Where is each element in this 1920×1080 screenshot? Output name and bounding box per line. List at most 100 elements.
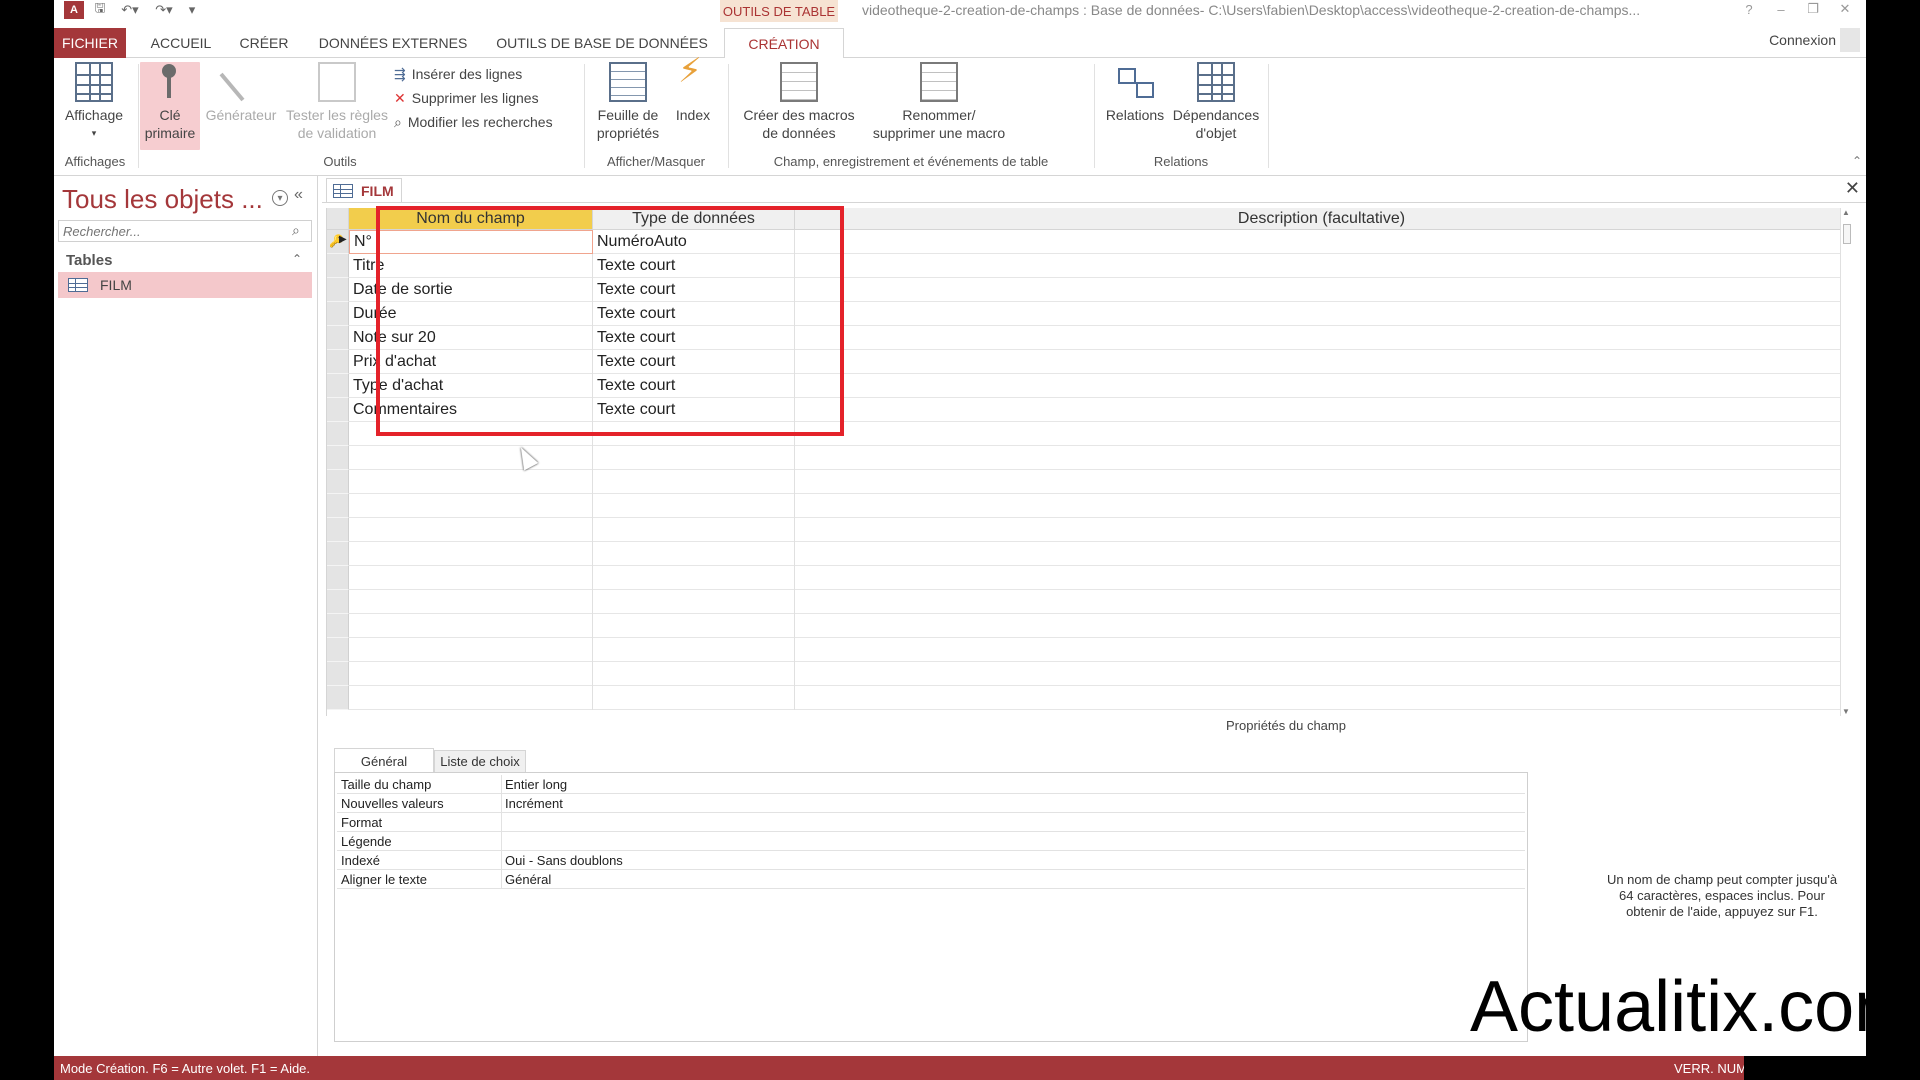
field-name-cell[interactable]: Date de sortie — [349, 278, 593, 302]
tab-create[interactable]: CRÉER — [228, 28, 300, 58]
description-cell[interactable] — [795, 422, 1849, 446]
empty-table-row[interactable] — [327, 686, 1849, 710]
property-row[interactable]: Aligner le texte Général — [337, 870, 1525, 889]
close-document-icon[interactable]: ✕ — [1845, 178, 1860, 199]
table-row[interactable]: Titre Texte court — [327, 254, 1849, 278]
row-selector[interactable] — [327, 350, 349, 374]
description-cell[interactable] — [795, 566, 1849, 590]
description-cell[interactable] — [795, 374, 1849, 398]
row-selector[interactable] — [327, 302, 349, 326]
redo-icon[interactable]: ↷▾ — [150, 1, 178, 19]
insert-rows-button[interactable]: ⇶ Insérer des lignes — [394, 63, 522, 85]
modify-lookups-button[interactable]: ⌕ Modifier les recherches — [394, 111, 553, 133]
row-selector[interactable] — [327, 542, 349, 566]
row-selector[interactable] — [327, 398, 349, 422]
tab-general[interactable]: Général — [334, 748, 434, 774]
description-cell[interactable] — [795, 254, 1849, 278]
property-row[interactable]: Taille du champ Entier long — [337, 775, 1525, 794]
data-type-cell[interactable] — [593, 614, 795, 638]
row-selector[interactable] — [327, 518, 349, 542]
vertical-scrollbar[interactable]: ▲ ▼ — [1840, 208, 1852, 716]
row-selector[interactable] — [327, 662, 349, 686]
nav-menu-chevron-icon[interactable]: ▾ — [272, 190, 288, 206]
restore-button[interactable]: ❐ — [1798, 0, 1828, 18]
field-name-cell[interactable] — [349, 614, 593, 638]
table-row[interactable]: 🔑 ▶ N° NuméroAuto — [327, 230, 1849, 254]
description-cell[interactable] — [795, 638, 1849, 662]
row-selector[interactable] — [327, 278, 349, 302]
row-selector[interactable] — [327, 494, 349, 518]
description-cell[interactable] — [795, 446, 1849, 470]
field-name-cell[interactable] — [349, 518, 593, 542]
tab-external-data[interactable]: DONNÉES EXTERNES — [308, 28, 478, 58]
column-header-field-name[interactable]: Nom du champ — [349, 208, 593, 230]
delete-rows-button[interactable]: ✕ Supprimer les lignes — [394, 87, 539, 109]
row-selector[interactable] — [327, 374, 349, 398]
access-logo-icon[interactable]: A — [64, 1, 84, 19]
row-selector[interactable] — [327, 686, 349, 710]
tab-file[interactable]: FICHIER — [54, 28, 126, 58]
column-header-description[interactable]: Description (facultative) — [795, 208, 1849, 230]
data-type-cell[interactable]: Texte court — [593, 350, 795, 374]
table-row[interactable]: Note sur 20 Texte court — [327, 326, 1849, 350]
property-value[interactable]: Général — [505, 872, 1515, 887]
test-validation-rules-button[interactable]: Tester les règles de validation — [282, 62, 392, 142]
table-row[interactable]: Commentaires Texte court — [327, 398, 1849, 422]
minimize-button[interactable]: – — [1766, 0, 1796, 18]
description-cell[interactable] — [795, 518, 1849, 542]
empty-table-row[interactable] — [327, 566, 1849, 590]
data-type-cell[interactable] — [593, 638, 795, 662]
data-type-cell[interactable] — [593, 422, 795, 446]
scroll-up-icon[interactable]: ▲ — [1842, 208, 1850, 217]
field-name-cell[interactable] — [349, 662, 593, 686]
description-cell[interactable] — [795, 494, 1849, 518]
row-selector[interactable] — [327, 590, 349, 614]
empty-table-row[interactable] — [327, 590, 1849, 614]
tab-design[interactable]: CRÉATION — [724, 28, 844, 59]
relationships-button[interactable]: Relations — [1100, 62, 1170, 124]
empty-table-row[interactable] — [327, 494, 1849, 518]
property-row[interactable]: Format — [337, 813, 1525, 832]
row-selector[interactable] — [327, 446, 349, 470]
empty-table-row[interactable] — [327, 662, 1849, 686]
row-selector[interactable] — [327, 422, 349, 446]
data-type-cell[interactable] — [593, 590, 795, 614]
data-type-cell[interactable]: Texte court — [593, 254, 795, 278]
data-type-cell[interactable]: Texte court — [593, 326, 795, 350]
table-row[interactable]: Prix d'achat Texte court — [327, 350, 1849, 374]
field-name-cell[interactable]: Note sur 20 — [349, 326, 593, 350]
select-all-cell[interactable] — [327, 208, 349, 230]
table-row[interactable]: Date de sortie Texte court — [327, 278, 1849, 302]
row-selector[interactable] — [327, 566, 349, 590]
row-selector[interactable] — [327, 638, 349, 662]
field-name-cell[interactable]: Commentaires — [349, 398, 593, 422]
field-name-cell[interactable]: Type d'achat — [349, 374, 593, 398]
row-selector[interactable] — [327, 254, 349, 278]
field-name-cell[interactable]: Titre — [349, 254, 593, 278]
empty-table-row[interactable] — [327, 518, 1849, 542]
field-name-cell[interactable]: N° — [349, 230, 593, 254]
field-name-cell[interactable]: Prix d'achat — [349, 350, 593, 374]
close-button[interactable]: ✕ — [1830, 0, 1860, 18]
property-value[interactable]: Entier long — [505, 777, 1515, 792]
nav-title[interactable]: Tous les objets ... — [62, 184, 263, 215]
description-cell[interactable] — [795, 278, 1849, 302]
view-button[interactable]: Affichage ▾ — [58, 62, 130, 142]
data-type-cell[interactable] — [593, 494, 795, 518]
chevron-up-icon[interactable]: ⌃ — [292, 252, 302, 266]
field-name-cell[interactable] — [349, 446, 593, 470]
data-type-cell[interactable]: Texte court — [593, 374, 795, 398]
shutter-bar-collapse-icon[interactable]: « — [294, 186, 303, 204]
nav-group-tables[interactable]: Tables ⌃ — [58, 248, 312, 272]
data-type-cell[interactable]: Texte court — [593, 398, 795, 422]
description-cell[interactable] — [795, 350, 1849, 374]
description-cell[interactable] — [795, 662, 1849, 686]
row-selector[interactable] — [327, 614, 349, 638]
empty-table-row[interactable] — [327, 446, 1849, 470]
nav-search-input[interactable] — [58, 220, 312, 242]
field-name-cell[interactable] — [349, 494, 593, 518]
object-dependencies-button[interactable]: Dépendances d'objet — [1168, 62, 1264, 142]
description-cell[interactable] — [795, 614, 1849, 638]
rename-delete-macro-button[interactable]: Renommer/ supprimer une macro — [864, 62, 1014, 142]
customize-qat-icon[interactable]: ▾ — [184, 1, 200, 19]
